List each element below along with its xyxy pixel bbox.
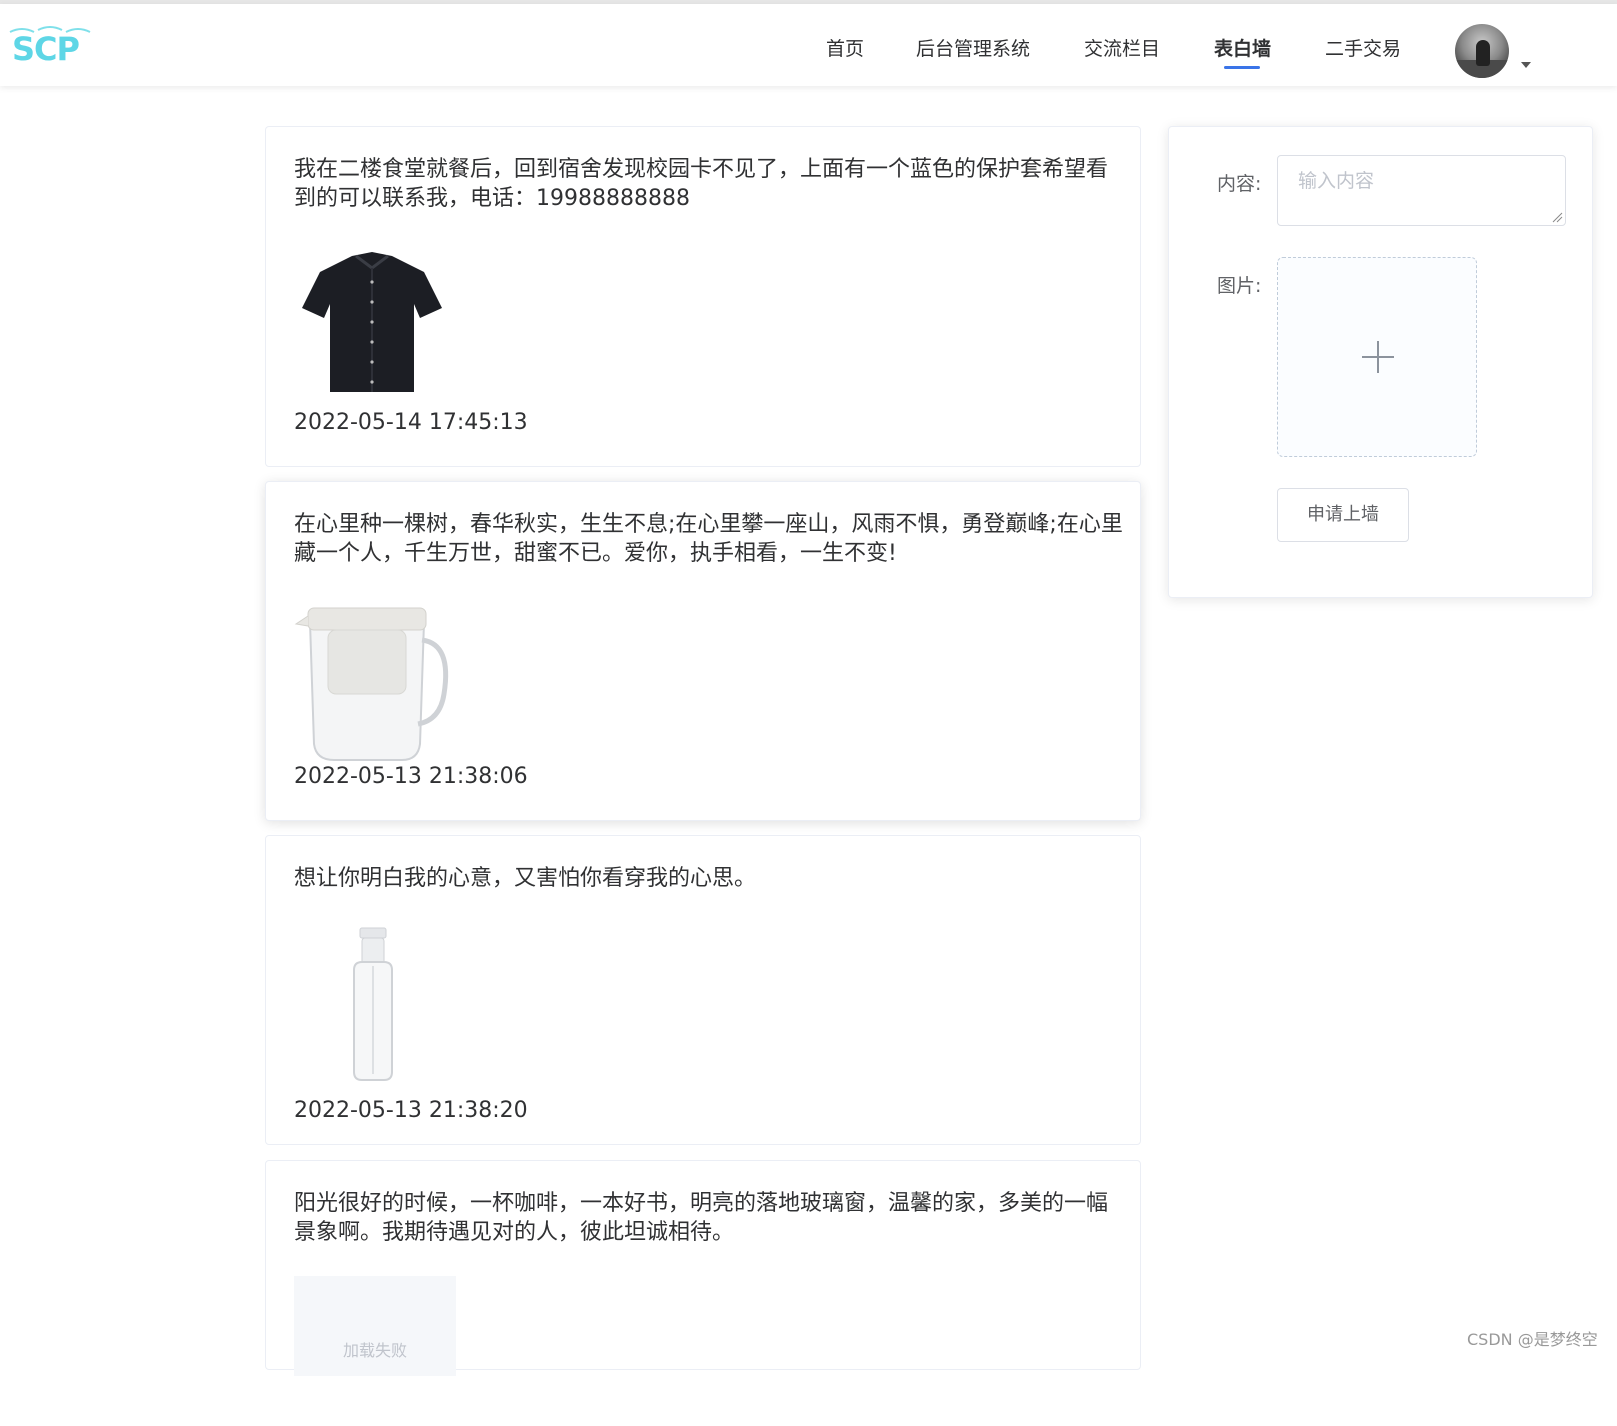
resize-grip-icon[interactable] — [1551, 211, 1563, 223]
post-text: 阳光很好的时候，一杯咖啡，一本好书，明亮的落地玻璃窗，温馨的家，多美的一幅景象啊… — [294, 1191, 1109, 1245]
post-text: 我在二楼食堂就餐后，回到宿舍发现校园卡不见了，上面有一个蓝色的保护套希望看到的可… — [294, 157, 1109, 211]
content-placeholder: 输入内容 — [1298, 170, 1375, 192]
post-card: 想让你明白我的心意，又害怕你看穿我的心思。 2022-05-13 21:38:2… — [265, 835, 1141, 1145]
nav-community[interactable]: 交流栏目 — [1084, 34, 1160, 61]
top-navbar: SCP 首页 后台管理系统 交流栏目 表白墙 二手交易 — [0, 4, 1617, 86]
post-time: 2022-05-13 21:38:06 — [294, 764, 528, 789]
nav-admin-system[interactable]: 后台管理系统 — [916, 34, 1030, 61]
post-card: 阳光很好的时候，一杯咖啡，一本好书，明亮的落地玻璃窗，温馨的家，多美的一幅景象啊… — [265, 1160, 1141, 1376]
post-time: 2022-05-14 17:45:13 — [294, 410, 528, 435]
confession-form: 内容: 输入内容 图片: 申请上墙 — [1168, 126, 1593, 598]
content-textarea[interactable]: 输入内容 — [1277, 155, 1566, 226]
submit-button[interactable]: 申请上墙 — [1277, 488, 1409, 542]
image-label: 图片: — [1217, 275, 1262, 297]
content-label: 内容: — [1217, 173, 1262, 195]
logo-text: SCP — [12, 30, 80, 68]
user-avatar[interactable] — [1455, 24, 1509, 78]
spray-bottle-image — [353, 927, 393, 1081]
image-uploader[interactable] — [1277, 257, 1477, 457]
post-card: 在心里种一棵树，春华秋实，生生不息;在心里攀一座山，风雨不惧，勇登巅峰;在心里藏… — [265, 481, 1141, 821]
image-load-failed: 加载失败 — [294, 1276, 456, 1376]
nav-confession-wall[interactable]: 表白墙 — [1214, 34, 1271, 61]
user-menu-caret-icon[interactable] — [1521, 62, 1531, 68]
site-logo[interactable]: SCP — [8, 24, 92, 68]
nav-home[interactable]: 首页 — [826, 34, 864, 61]
post-text: 想让你明白我的心意，又害怕你看穿我的心思。 — [294, 866, 757, 891]
black-shirt-image — [302, 252, 442, 392]
nav-second-hand[interactable]: 二手交易 — [1325, 34, 1401, 61]
post-time: 2022-05-13 21:38:20 — [294, 1098, 528, 1123]
glass-teapot-image — [294, 607, 449, 761]
post-card: 我在二楼食堂就餐后，回到宿舍发现校园卡不见了，上面有一个蓝色的保护套希望看到的可… — [265, 126, 1141, 467]
active-nav-indicator — [1224, 66, 1260, 69]
watermark: CSDN @是梦终空 — [1467, 1330, 1598, 1349]
post-text: 在心里种一棵树，春华秋实，生生不息;在心里攀一座山，风雨不惧，勇登巅峰;在心里藏… — [294, 512, 1123, 566]
